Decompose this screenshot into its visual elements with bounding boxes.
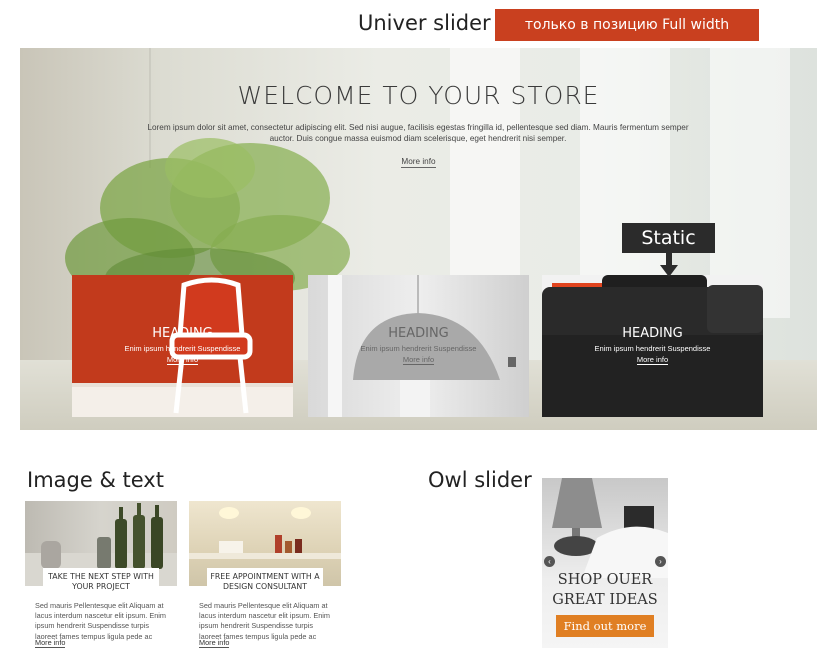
univer-slider-label: Univer slider (358, 11, 491, 35)
banner-more-info-label[interactable]: More info (166, 355, 199, 365)
card-text: Sed mauris Pellentesque elit Aliquam at … (35, 601, 166, 641)
owl-slider-label: Owl slider (428, 468, 532, 492)
arrow-down-icon (660, 252, 678, 277)
owl-slide-text: SHOP OUER GREAT IDEAS (552, 572, 658, 608)
banner-more-info-link[interactable]: More info (72, 355, 293, 365)
card-text: Sed mauris Pellentesque elit Aliquam at … (199, 601, 330, 641)
card-more-info-link[interactable]: More info (199, 638, 230, 648)
banner-sofa[interactable]: HEADING Enim ipsum hendrerit Suspendisse… (542, 275, 763, 417)
image-text-card[interactable]: TAKE THE NEXT STEP WITH YOUR PROJECT Sed… (25, 501, 177, 648)
banner-chair[interactable]: HEADING Enim ipsum hendrerit Suspendisse… (72, 275, 293, 417)
banner-more-info-label[interactable]: More info (636, 355, 669, 365)
banner-text: Enim ipsum hendrerit Suspendisse (594, 344, 711, 353)
find-out-more-button[interactable]: Find out more (556, 615, 654, 637)
lamp-bed-image (552, 478, 668, 578)
banner-more-info-link[interactable]: More info (542, 355, 763, 365)
banner-heading: HEADING (388, 326, 449, 341)
chevron-left-icon[interactable]: ‹ (544, 556, 555, 567)
hero-description: Lorem ipsum dolor sit amet, consectetur … (147, 123, 689, 143)
full-width-badge: только в позицию Full width (495, 9, 759, 41)
chevron-right-icon[interactable]: › (655, 556, 666, 567)
hero-more-info-label[interactable]: More info (401, 157, 436, 168)
card-more-info-link[interactable]: More info (35, 638, 66, 648)
hero-more-info-link[interactable]: More info (20, 157, 817, 168)
card-caption: TAKE THE NEXT STEP WITH YOUR PROJECT (43, 568, 159, 596)
static-label: Static (622, 223, 715, 253)
banner-more-info-link[interactable]: More info (308, 355, 529, 365)
card-caption: FREE APPOINTMENT WITH A DESIGN CONSULTAN… (207, 568, 323, 596)
owl-slider[interactable]: ‹ › SHOP OUER GREAT IDEAS Find out more (542, 478, 668, 648)
image-text-label: Image & text (27, 468, 164, 492)
banner-heading: HEADING (152, 326, 213, 341)
hero-title: WELCOME TO YOUR STORE (237, 81, 600, 110)
banner-text: Enim ipsum hendrerit Suspendisse (124, 344, 241, 353)
banner-more-info-label[interactable]: More info (402, 355, 435, 365)
banner-text: Enim ipsum hendrerit Suspendisse (360, 344, 477, 353)
image-text-card[interactable]: FREE APPOINTMENT WITH A DESIGN CONSULTAN… (189, 501, 341, 648)
banner-lamp[interactable]: HEADING Enim ipsum hendrerit Suspendisse… (308, 275, 529, 417)
banner-heading: HEADING (622, 326, 683, 341)
